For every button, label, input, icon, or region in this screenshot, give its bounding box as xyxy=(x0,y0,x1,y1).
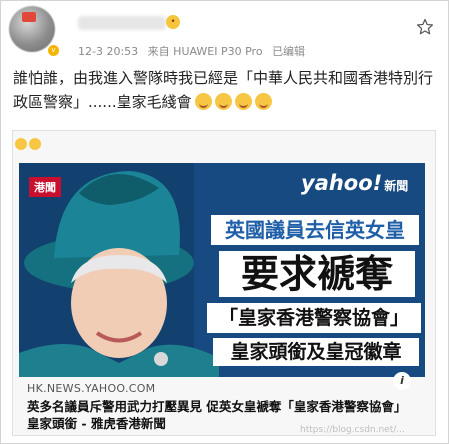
news-banner-line-2: 要求褫奪 xyxy=(219,251,415,297)
yahoo-brand-suffix: 新聞 xyxy=(384,179,409,193)
watermark: https://blog.csdn.net/... xyxy=(300,425,405,435)
info-icon[interactable]: i xyxy=(393,372,411,390)
laugh-emoji-icon xyxy=(214,93,232,110)
laugh-emoji-icon xyxy=(254,93,272,110)
post-timestamp[interactable]: 12-3 20:53 xyxy=(78,45,138,58)
avatar-flag-icon xyxy=(22,12,36,22)
news-banner-line-4: 皇家頭銜及皇冠徽章 xyxy=(213,338,419,366)
news-banner-line-1: 英國議員去信英女皇 xyxy=(211,215,419,245)
post-device: 来自 HUAWEI P30 Pro xyxy=(147,45,263,58)
username-emoji-icon: • xyxy=(166,15,180,29)
news-tag: 港聞 xyxy=(29,177,61,197)
yahoo-brand: yahoo! xyxy=(301,171,383,195)
yahoo-logo: yahoo! 新聞 xyxy=(301,171,408,195)
laugh-emoji-icon xyxy=(234,93,252,110)
favorite-star-icon[interactable] xyxy=(416,18,434,36)
mini-emoji-icon xyxy=(29,138,41,150)
verified-badge-icon: v xyxy=(47,44,60,57)
link-card-emojis xyxy=(15,138,43,151)
post-edited-label[interactable]: 已编辑 xyxy=(272,45,305,58)
news-banner-line-3: 「皇家香港警察協會」 xyxy=(207,303,421,333)
mini-emoji-icon xyxy=(15,138,27,150)
username-blurred[interactable] xyxy=(78,16,166,30)
post-body: 誰怕誰，由我進入警隊時我已經是「中華人民共和國香港特別行政區警察」......皇… xyxy=(13,66,438,114)
link-source: HK.NEWS.YAHOO.COM xyxy=(27,382,156,395)
post-meta: 12-3 20:53 来自 HUAWEI P30 Pro 已编辑 xyxy=(78,43,305,59)
laugh-emoji-icon xyxy=(194,93,212,110)
news-thumbnail[interactable]: 港聞 yahoo! 新聞 英國議員去信英女皇 要求褫奪 「皇家香港警察協會」 皇家… xyxy=(19,163,425,377)
